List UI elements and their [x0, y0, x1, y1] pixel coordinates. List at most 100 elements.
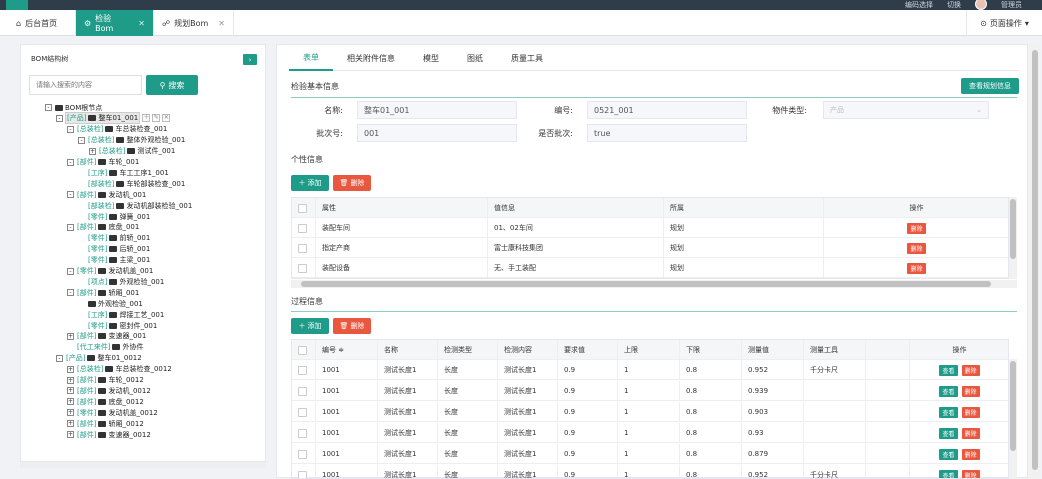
row-view-button[interactable]: 查看	[939, 428, 957, 439]
personal-table-vscroll[interactable]	[1009, 197, 1017, 279]
tree-node[interactable]: -[零件]发动机盖_001	[67, 266, 154, 277]
collapse-icon[interactable]: -	[56, 115, 63, 122]
row-checkbox[interactable]	[298, 264, 307, 273]
process-table-vscroll[interactable]	[1009, 359, 1017, 479]
row-checkbox[interactable]	[298, 346, 307, 355]
row-delete-button[interactable]: 删除	[962, 386, 980, 397]
page-operation-menu[interactable]: ⊙ 页面操作 ▾	[966, 10, 1042, 36]
tree-node[interactable]: -[产品]整车01_0012	[56, 353, 143, 364]
tree-node[interactable]: [零件]主梁_001	[78, 255, 151, 266]
page-vertical-scrollbar[interactable]	[1030, 44, 1040, 478]
row-checkbox[interactable]	[298, 244, 307, 253]
tree-node[interactable]: +[部件]变速器_0012	[67, 429, 152, 440]
tab-drawing[interactable]: 图纸	[453, 45, 497, 71]
search-button[interactable]: ⚲ 搜索	[146, 75, 198, 95]
tree-node[interactable]: 外观检验_001	[78, 298, 144, 309]
switch-link[interactable]: 切换	[947, 0, 961, 10]
avatar[interactable]	[975, 0, 987, 10]
personal-table-hscroll[interactable]	[291, 280, 1017, 288]
expand-icon[interactable]: +	[67, 377, 74, 384]
row-delete-button[interactable]: 删除	[962, 449, 980, 460]
code-field[interactable]: 0521_001	[587, 101, 747, 119]
row-delete-button[interactable]: 删除	[962, 428, 980, 439]
tab-plan-bom[interactable]: ☍ 规划Bom ✕	[154, 10, 234, 36]
row-view-button[interactable]: 查看	[939, 449, 957, 460]
collapse-icon[interactable]: -	[67, 289, 74, 296]
process-delete-button[interactable]: 🗑删除	[333, 318, 371, 334]
expand-icon[interactable]: +	[67, 333, 74, 340]
tree-node[interactable]: [零件]密封件_001	[78, 320, 158, 331]
tree-node[interactable]: +[零件]发动机盖_0012	[67, 407, 159, 418]
collapse-icon[interactable]: -	[67, 126, 74, 133]
close-icon[interactable]: ✕	[138, 19, 145, 28]
row-view-button[interactable]: 查看	[939, 407, 957, 418]
row-checkbox[interactable]	[298, 429, 307, 438]
tree-node[interactable]: +[总装检]测试件_001	[89, 146, 176, 157]
tree-node[interactable]: [工序]焊接工艺_001	[78, 309, 165, 320]
tree-node[interactable]: -[部件]轿厢_001	[67, 287, 140, 298]
tree-node[interactable]: +[部件]变速器_001	[67, 331, 147, 342]
search-input[interactable]	[29, 75, 142, 95]
delete-node-icon[interactable]: ✕	[162, 114, 170, 122]
personal-delete-button[interactable]: 🗑删除	[333, 175, 371, 191]
tree-node[interactable]: [项点]外观检验_001	[78, 276, 165, 287]
tree-node[interactable]: -[总装检]整体外观检验_001	[78, 135, 186, 146]
tree-node[interactable]: -[总装检]车总装检查_001	[67, 124, 168, 135]
expand-icon[interactable]: +	[89, 148, 96, 155]
tab-quality-tools[interactable]: 质量工具	[497, 45, 557, 71]
type-select[interactable]: 产品 ⌄	[823, 101, 989, 119]
row-checkbox[interactable]	[298, 224, 307, 233]
row-checkbox[interactable]	[298, 204, 307, 213]
expand-icon[interactable]: +	[67, 387, 74, 394]
tree-node[interactable]: [代工来件]外协件	[67, 342, 144, 353]
tree-node[interactable]: [零件]前轿_001	[78, 233, 151, 244]
tree-node[interactable]: +[部件]车轮_0012	[67, 375, 145, 386]
name-field[interactable]: 整车01_001	[357, 101, 517, 119]
personal-add-button[interactable]: ＋添加	[291, 175, 329, 191]
collapse-icon[interactable]: -	[45, 104, 52, 111]
tree-horizontal-scrollbar[interactable]	[20, 462, 266, 468]
expand-icon[interactable]: +	[67, 420, 74, 427]
tab-attachments[interactable]: 相关附件信息	[333, 45, 409, 71]
tab-form[interactable]: 表单	[289, 45, 333, 71]
tree-node[interactable]: [工序]车工工序1_001	[78, 167, 170, 178]
row-view-button[interactable]: 查看	[939, 386, 957, 397]
collapse-icon[interactable]: -	[67, 159, 74, 166]
collapse-icon[interactable]: -	[78, 137, 85, 144]
collapse-icon[interactable]: -	[67, 268, 74, 275]
chevron-right-icon[interactable]: ›	[243, 54, 257, 65]
tree-node[interactable]: -BOM根节点	[45, 102, 103, 113]
collapse-icon[interactable]: -	[67, 224, 74, 231]
row-view-button[interactable]: 查看	[939, 365, 957, 376]
tab-home[interactable]: ⌂ 后台首页	[8, 10, 76, 36]
row-checkbox[interactable]	[298, 408, 307, 417]
view-plan-button[interactable]: 查看规划信息	[961, 78, 1019, 94]
user-name[interactable]: 管理员	[1001, 0, 1022, 10]
tree-node[interactable]: +[部件]轿厢_0012	[67, 418, 145, 429]
tree-node[interactable]: -[产品]整车01_001＋✎✕	[56, 113, 170, 124]
row-delete-button[interactable]: 删除	[962, 365, 980, 376]
collapse-icon[interactable]: -	[67, 191, 74, 198]
batch-field[interactable]: 001	[357, 124, 517, 142]
tree-node[interactable]: [零件]弹簧_001	[78, 211, 151, 222]
tab-model[interactable]: 模型	[409, 45, 453, 71]
expand-icon[interactable]: +	[67, 409, 74, 416]
tree-node[interactable]: +[部件]底盘_0012	[67, 396, 145, 407]
is-batch-field[interactable]: true	[587, 124, 747, 142]
tree-node[interactable]: +[部件]发动机_0012	[67, 385, 152, 396]
tree-node[interactable]: [零件]后轿_001	[78, 244, 151, 255]
row-checkbox[interactable]	[298, 366, 307, 375]
row-checkbox[interactable]	[298, 387, 307, 396]
tree-node[interactable]: +[总装检]车总装检查_0012	[67, 364, 173, 375]
tab-inspection-bom[interactable]: ⚙ 检验Bom ✕	[76, 10, 154, 36]
add-node-icon[interactable]: ＋	[142, 114, 150, 122]
tree-node[interactable]: -[部件]发动机_001	[67, 189, 147, 200]
row-delete-button[interactable]: 删除	[907, 263, 925, 274]
tree-node[interactable]: [部装检]发动机部装检验_001	[78, 200, 193, 211]
expand-icon[interactable]: +	[67, 398, 74, 405]
row-delete-button[interactable]: 删除	[907, 243, 925, 254]
tree-node[interactable]: [部装检]车轮部装检查_001	[78, 178, 186, 189]
row-delete-button[interactable]: 删除	[907, 223, 925, 234]
tree-node[interactable]: -[部件]底盘_001	[67, 222, 140, 233]
collapse-icon[interactable]: -	[56, 355, 63, 362]
